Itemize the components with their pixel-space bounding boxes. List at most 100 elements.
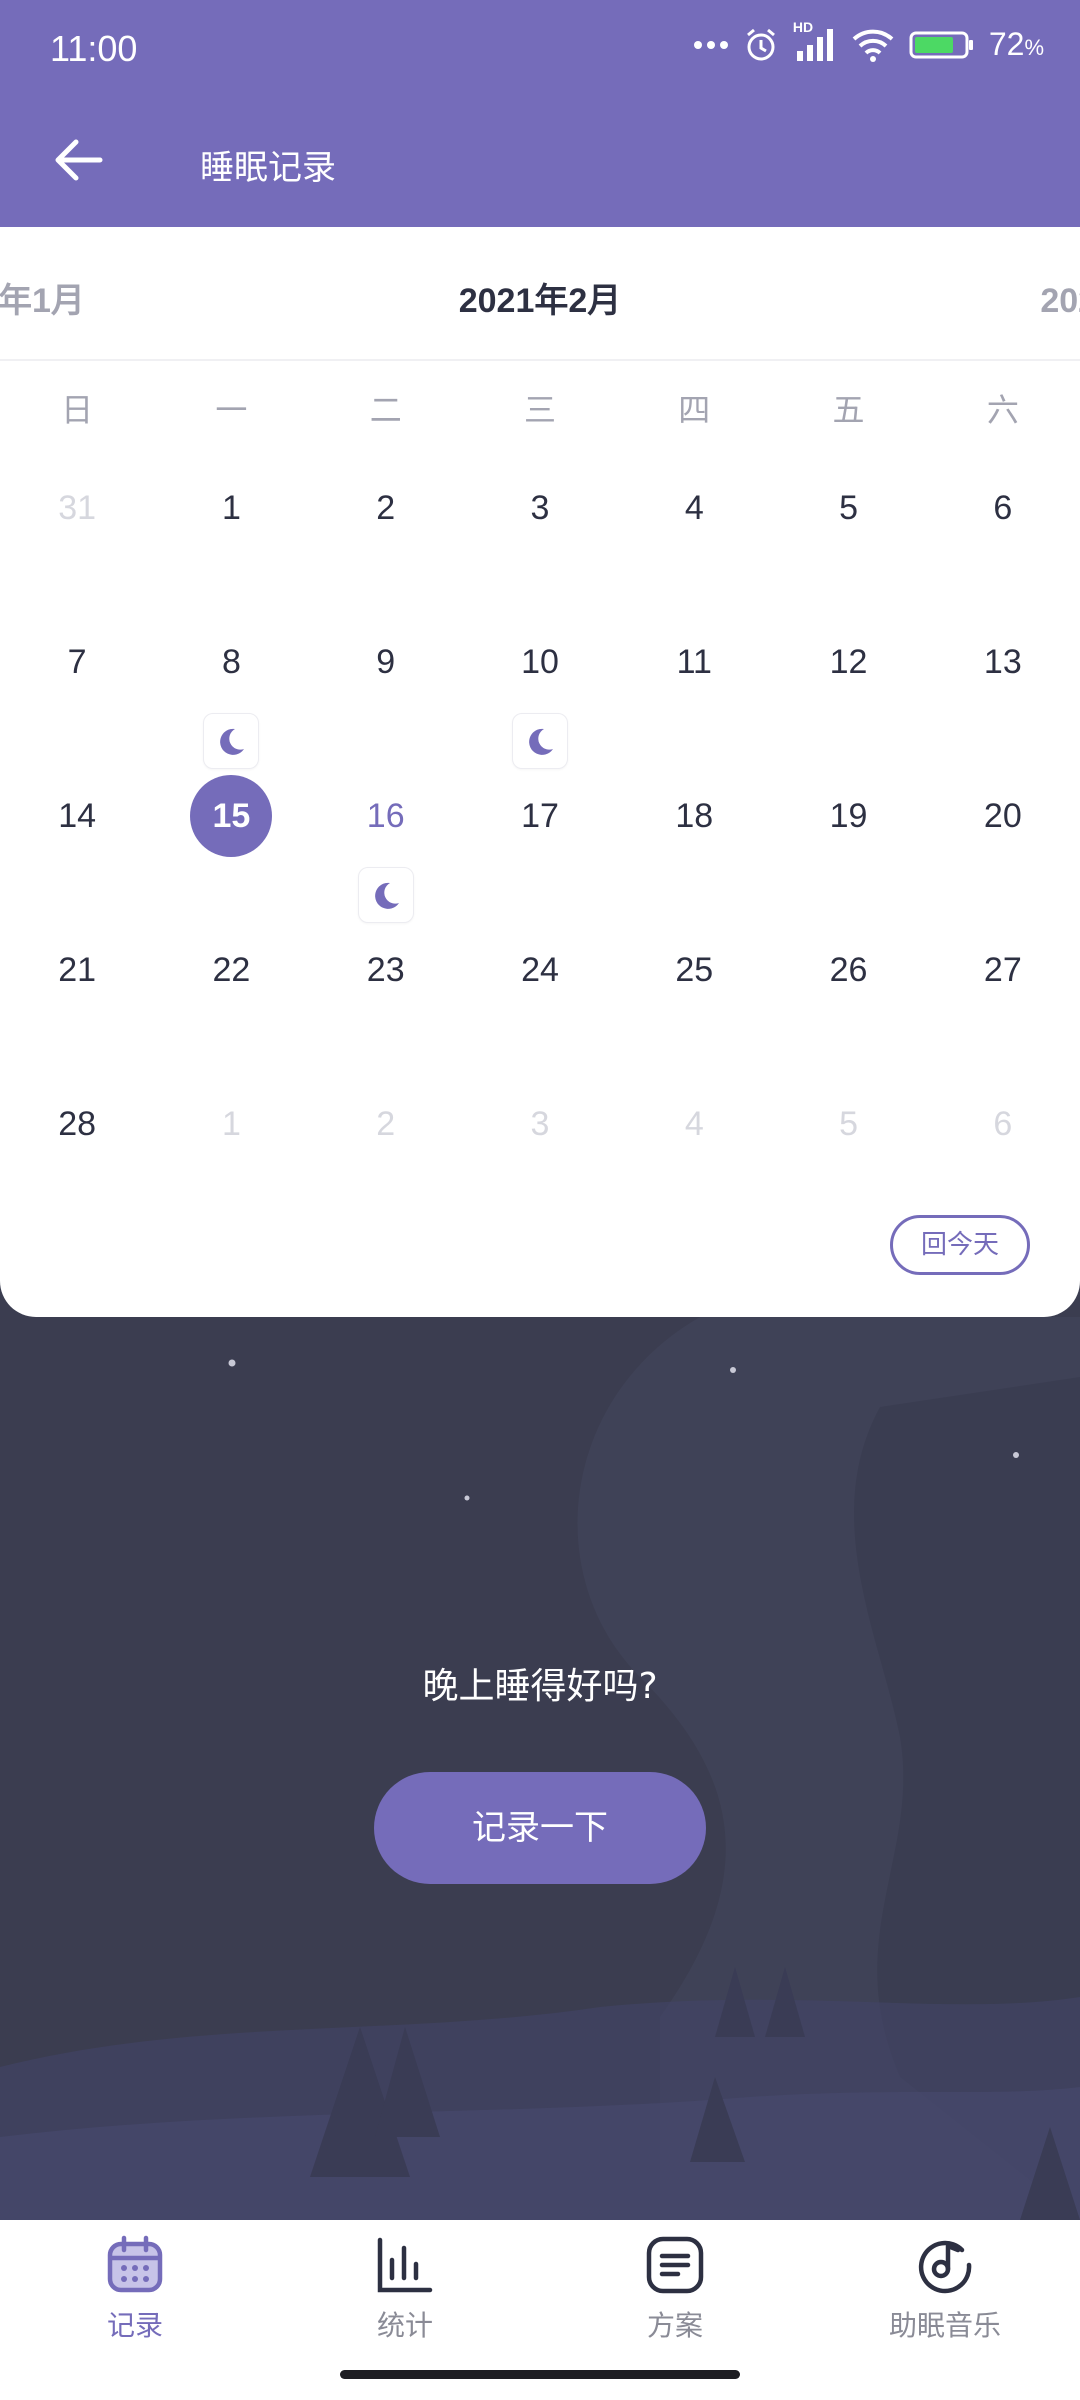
moon-icon <box>529 728 553 755</box>
alarm-icon <box>746 28 775 60</box>
calendar-day[interactable]: 27 <box>926 929 1080 1083</box>
nav-label: 助眠音乐 <box>888 2309 1001 2342</box>
calendar-day[interactable]: 4 <box>617 467 771 621</box>
plan-list-icon <box>646 2236 704 2294</box>
calendar-day[interactable]: 17 <box>463 775 617 929</box>
calendar-icon <box>107 2235 163 2293</box>
day-number: 17 <box>521 797 559 835</box>
status-icons: HD 72% <box>693 19 1044 63</box>
day-number: 24 <box>521 951 559 989</box>
calendar-day[interactable]: 11 <box>617 621 771 775</box>
wifi-icon <box>852 29 894 62</box>
calendar-grid: 31 1 2 3 4 5 6 7 8 9 10 11 12 13 14 15 16 17 18 19 20 21 22 23 2… <box>0 467 1080 1237</box>
calendar-day[interactable]: 9 <box>309 621 463 775</box>
month-switcher: 年1月 2021年2月 2021年 <box>0 227 1080 361</box>
calendar-day[interactable]: 25 <box>617 929 771 1083</box>
calendar-day[interactable]: 3 <box>463 1083 617 1237</box>
moon-icon <box>220 728 245 755</box>
current-month-label: 2021年2月 <box>458 282 622 320</box>
calendar-day[interactable]: 5 <box>771 1083 925 1237</box>
sleep-record-badge <box>203 713 260 769</box>
weekday-label: 二 <box>369 391 402 429</box>
day-number: 22 <box>212 951 251 989</box>
calendar-day[interactable]: 28 <box>0 1083 154 1237</box>
day-number: 2 <box>376 489 396 527</box>
calendar-day[interactable]: 21 <box>0 929 154 1083</box>
calendar-day[interactable]: 18 <box>617 775 771 929</box>
sleep-record-badge <box>357 867 414 923</box>
day-number: 19 <box>829 797 868 835</box>
calendar-day[interactable]: 12 <box>771 621 925 775</box>
next-month-tab[interactable]: 2021年 <box>1040 273 1080 322</box>
calendar-day[interactable]: 2 <box>309 1083 463 1237</box>
day-number: 20 <box>983 797 1022 835</box>
day-number: 4 <box>684 489 704 527</box>
weekday-label: 五 <box>832 391 865 429</box>
page-title: 睡眠记录 <box>200 148 336 188</box>
day-number: 7 <box>67 643 87 681</box>
calendar-day[interactable]: 10 <box>463 621 617 775</box>
day-number: 6 <box>993 489 1013 527</box>
calendar-day[interactable]: 15 <box>154 775 308 929</box>
calendar-day[interactable]: 2 <box>309 467 463 621</box>
bar-chart-icon <box>377 2237 433 2293</box>
day-number: 26 <box>829 951 868 989</box>
day-number: 5 <box>839 1105 859 1143</box>
day-number: 8 <box>221 643 241 681</box>
calendar-day[interactable]: 13 <box>926 621 1080 775</box>
calendar-card: 年1月 2021年2月 2021年 日一二三四五六 31123456789101… <box>0 227 1080 1317</box>
nav-label: 方案 <box>646 2309 703 2342</box>
day-number: 3 <box>530 1105 550 1143</box>
day-number: 5 <box>839 489 859 527</box>
night-background-illustration <box>0 1317 1080 2220</box>
calendar-day[interactable]: 5 <box>771 467 925 621</box>
back-to-today-button[interactable]: 回今天 <box>890 1215 1030 1275</box>
nav-item-record[interactable]: 记录 <box>0 2220 270 2344</box>
sleep-question: 晚上睡得好吗? <box>422 1666 658 1707</box>
night-scene: 晚上睡得好吗? 记录一下 <box>0 1317 1080 2220</box>
day-number: 15 <box>190 775 273 857</box>
weekday-label: 四 <box>678 391 711 429</box>
calendar-day[interactable]: 8 <box>154 621 308 775</box>
day-number: 28 <box>58 1105 97 1143</box>
day-number: 10 <box>521 643 559 681</box>
nav-item-plan[interactable]: 方案 <box>540 2220 810 2344</box>
day-number: 6 <box>993 1105 1013 1143</box>
calendar-day[interactable]: 16 <box>309 775 463 929</box>
weekday-label: 三 <box>523 391 556 429</box>
day-number: 21 <box>58 951 97 989</box>
weekday-label: 六 <box>986 391 1019 429</box>
calendar-day[interactable]: 1 <box>154 467 308 621</box>
hd-tag: HD <box>792 18 814 35</box>
calendar-day[interactable]: 31 <box>0 467 154 621</box>
battery-percent: 72% <box>988 26 1044 62</box>
nav-label: 统计 <box>376 2309 433 2342</box>
calendar-day[interactable]: 19 <box>771 775 925 929</box>
calendar-day[interactable]: 20 <box>926 775 1080 929</box>
music-disc-icon <box>918 2240 972 2294</box>
nav-item-music[interactable]: 助眠音乐 <box>810 2220 1080 2344</box>
day-number: 1 <box>221 489 241 527</box>
calendar-day[interactable]: 23 <box>309 929 463 1083</box>
calendar-day[interactable]: 26 <box>771 929 925 1083</box>
app-header: 11:00 HD 72% 睡眠记录 <box>0 0 1080 227</box>
calendar-day[interactable]: 22 <box>154 929 308 1083</box>
back-arrow-icon[interactable] <box>48 130 108 190</box>
calendar-day[interactable]: 4 <box>617 1083 771 1237</box>
calendar-day[interactable]: 3 <box>463 467 617 621</box>
calendar-day[interactable]: 6 <box>926 1083 1080 1237</box>
day-number: 18 <box>675 797 714 835</box>
weekday-header: 日一二三四五六 <box>0 385 1080 435</box>
calendar-day[interactable]: 24 <box>463 929 617 1083</box>
calendar-day[interactable]: 7 <box>0 621 154 775</box>
calendar-day[interactable]: 1 <box>154 1083 308 1237</box>
record-sleep-button[interactable]: 记录一下 <box>374 1772 706 1884</box>
day-number: 1 <box>221 1105 241 1143</box>
day-number: 13 <box>983 643 1022 681</box>
calendar-day[interactable]: 14 <box>0 775 154 929</box>
calendar-day[interactable]: 6 <box>926 467 1080 621</box>
bottom-nav: 记录 统计 方案 助眠音乐 <box>0 2220 1080 2400</box>
nav-item-stats[interactable]: 统计 <box>270 2220 540 2344</box>
day-number: 31 <box>58 489 97 527</box>
day-number: 11 <box>676 643 712 681</box>
